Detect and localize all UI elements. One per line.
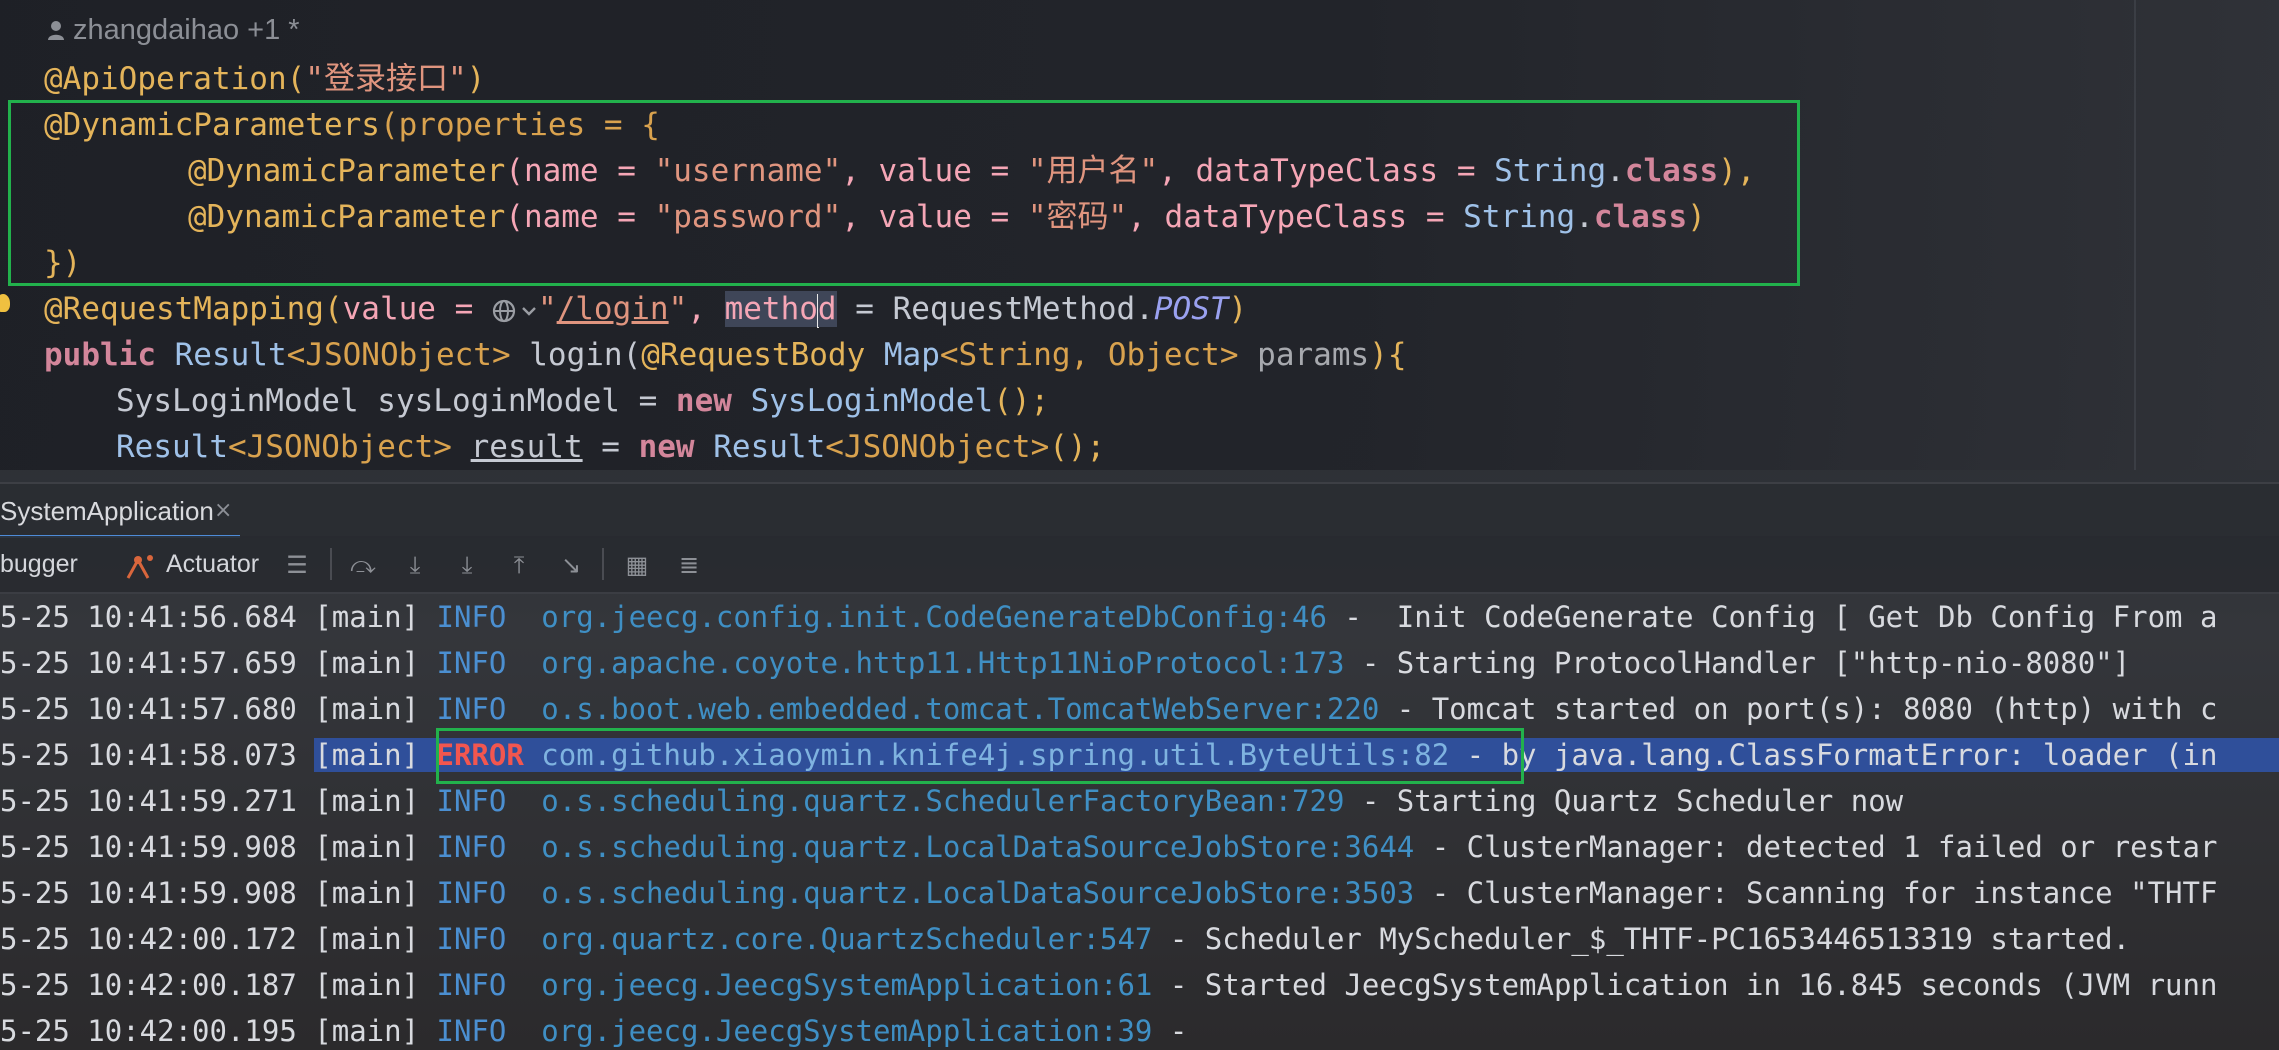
chevron-down-icon[interactable] [520, 297, 538, 325]
step-over-icon[interactable]: ⤓ [402, 552, 428, 578]
code-line-1[interactable]: @ApiOperation("登录接口") [44, 56, 485, 102]
code-line-9[interactable]: Result<JSONObject> result = new Result<J… [116, 424, 1105, 470]
code-line-7[interactable]: public Result<JSONObject> login(@Request… [44, 332, 1407, 378]
log-row[interactable]: 5-25 10:41:56.684 [main] INFO org.jeecg.… [0, 594, 2279, 640]
right-margin-guide [2134, 0, 2136, 470]
tab-system-application[interactable]: SystemApplication [0, 484, 220, 538]
step-into-icon[interactable]: ⤓ [454, 552, 480, 578]
lightbulb-icon[interactable] [0, 294, 10, 312]
menu-icon[interactable]: ☰ [284, 552, 310, 578]
log-row[interactable]: 5-25 10:41:57.659 [main] INFO org.apache… [0, 640, 2279, 686]
run-to-cursor-icon[interactable]: ↘ [558, 552, 584, 578]
code-editor[interactable]: zhangdaihao +1 * @ApiOperation("登录接口") @… [0, 0, 2279, 470]
toolbar-separator [330, 548, 332, 580]
code-author-hint[interactable]: zhangdaihao +1 * [47, 10, 300, 50]
log-row[interactable]: 5-25 10:42:00.172 [main] INFO org.quartz… [0, 916, 2279, 962]
run-toolbar: bugger Actuator ☰ ⤼ ⤓ ⤓ ⤒ ↘ ▦ ≣ [0, 536, 2279, 594]
highlight-box-annotations [8, 100, 1800, 286]
toolbar-separator [602, 548, 604, 580]
show-execution-point-icon[interactable]: ⤼ [350, 552, 376, 578]
trace-icon[interactable]: ≣ [676, 552, 702, 578]
console-output[interactable]: 5-25 10:41:56.684 [main] INFO org.jeecg.… [0, 594, 2279, 1050]
highlight-box-error [436, 728, 1524, 784]
url-link[interactable]: /login [557, 291, 669, 327]
code-line-8[interactable]: SysLoginModel sysLoginModel = new SysLog… [116, 378, 1049, 424]
user-icon [48, 21, 64, 40]
run-tool-window-tabs: SystemApplication × [0, 482, 2279, 538]
actuator-icon [126, 555, 153, 579]
evaluate-expression-icon[interactable]: ▦ [624, 552, 650, 578]
code-line-6[interactable]: @RequestMapping(value = "/login", method… [44, 286, 1247, 332]
log-row[interactable]: 5-25 10:42:00.187 [main] INFO org.jeecg.… [0, 962, 2279, 1008]
step-out-icon[interactable]: ⤒ [506, 552, 532, 578]
log-row[interactable]: 5-25 10:41:59.908 [main] INFO o.s.schedu… [0, 870, 2279, 916]
tab-actuator[interactable]: Actuator [166, 536, 259, 592]
log-row[interactable]: 5-25 10:41:59.271 [main] INFO o.s.schedu… [0, 778, 2279, 824]
globe-icon[interactable] [492, 297, 520, 325]
log-row[interactable]: 5-25 10:42:00.195 [main] INFO org.jeecg.… [0, 1008, 2279, 1050]
author-text: zhangdaihao +1 * [73, 14, 300, 46]
close-icon[interactable]: × [214, 498, 232, 523]
log-row[interactable]: 5-25 10:41:59.908 [main] INFO o.s.schedu… [0, 824, 2279, 870]
tab-debugger[interactable]: bugger [0, 536, 78, 592]
log-row[interactable]: 5-25 10:41:57.680 [main] INFO o.s.boot.w… [0, 686, 2279, 732]
